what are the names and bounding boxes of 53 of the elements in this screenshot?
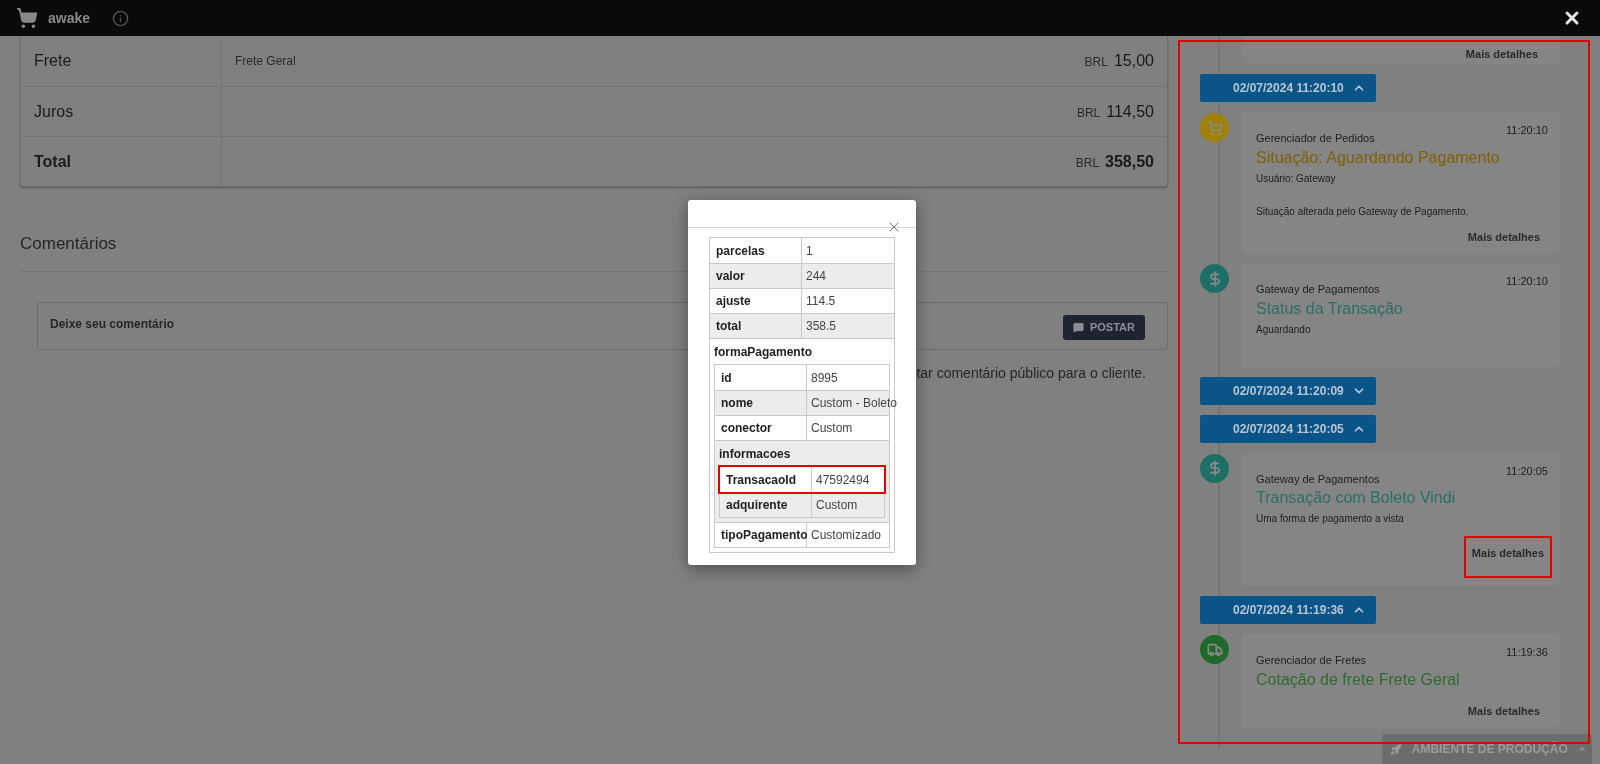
event-source: Gerenciador de Fretes [1256,653,1367,668]
event-title: Status da Transação [1256,298,1404,319]
value-cell-text: 47592494 [815,471,871,489]
value-cell-text: Custom [815,497,859,514]
key-cell: adquirente [720,493,812,517]
summary-amount: 114,50 [1106,101,1154,122]
date-group-toggle[interactable]: 02/07/2024 11:20:09 [1200,376,1376,405]
value-cell-text: Custom [810,420,854,437]
comment-hint: tar comentário público para o cliente. [916,363,1146,383]
event-title: Cotação de frete Frete Geral [1256,669,1461,690]
key-cell: TransacaoId [720,467,812,492]
more-details-link[interactable]: Mais detalhes [1465,46,1538,63]
event-source: Gerenciador de Pedidos [1256,131,1375,146]
event-time: 11:20:05 [1506,463,1548,479]
post-button[interactable]: POSTAR [1062,314,1145,340]
comment-icon [1072,321,1084,333]
currency-code: BRL [1076,104,1101,122]
value-cell-text: Custom - Boleto [810,395,899,412]
comment-placeholder: Deixe seu comentário [50,315,175,333]
more-details-link[interactable]: Mais detalhes [1459,228,1548,245]
value-cell-text: Customizado [810,527,883,544]
key-cell: tipoPagamento [715,523,807,547]
summary-label: Juros [21,87,222,136]
info-icon[interactable] [112,9,130,27]
event-time: 11:20:10 [1506,274,1548,289]
currency-code: BRL [1084,54,1108,71]
summary-detail: Frete Geral [235,53,296,70]
more-details-link[interactable]: Mais detalhes [1471,547,1544,559]
date-group-toggle[interactable]: 02/07/2024 11:19:36 [1200,596,1376,624]
summary-amount: 358,50 [1105,151,1154,172]
value-cell-text: 1 [805,242,814,260]
event-source: Gateway de Pagamentos [1256,471,1380,487]
event-title: Situação: Aguardando Pagamento [1256,147,1501,168]
summary-amount: 15,00 [1113,51,1154,71]
date-group-toggle[interactable]: 02/07/2024 11:20:10 [1200,74,1376,102]
app-title: awake [48,8,91,28]
currency-code: BRL [1075,154,1100,172]
event-title: Transação com Boleto Vindi [1256,488,1457,508]
event-text: Usuário: Gateway [1256,171,1337,186]
value-cell-text: 358.5 [805,318,838,335]
event-time: 11:19:36 [1506,645,1548,660]
object-key: informacoes [719,445,885,466]
event-text: Situação alterada pelo Gateway de Pagamento. [1256,204,1470,219]
value-cell-text: 8995 [810,369,839,387]
event-source: Gateway de Pagamentos [1256,282,1380,297]
cart-logo-icon [16,7,38,29]
date-group-toggle[interactable]: 02/07/2024 11:20:05 [1200,414,1376,443]
event-text: Uma forma de pagamento a vista [1256,512,1405,526]
event-time: 11:20:10 [1506,123,1548,138]
event-text: Aguardando [1256,322,1312,337]
summary-label: Total [21,137,222,186]
more-details-link[interactable]: Mais detalhes [1459,702,1548,719]
summary-label: Frete [21,36,222,86]
